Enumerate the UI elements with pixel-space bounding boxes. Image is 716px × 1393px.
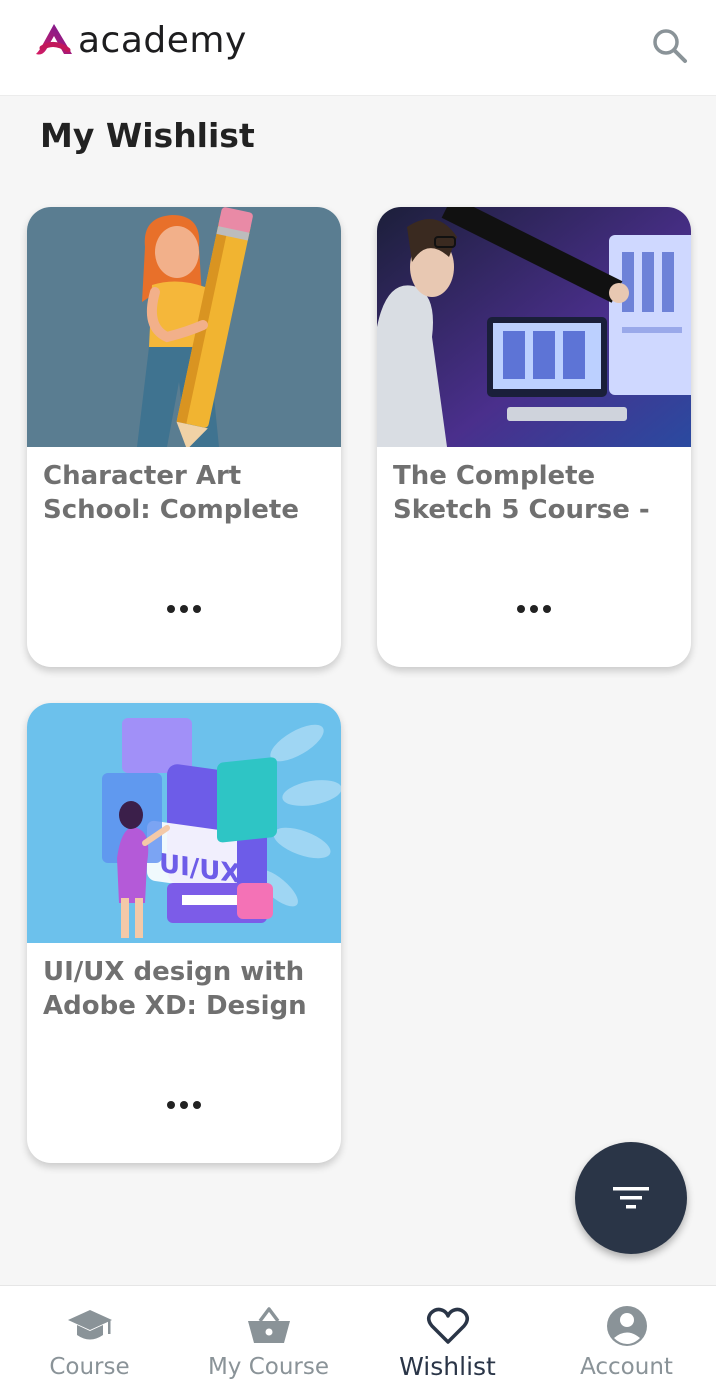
nav-item-account[interactable]: Account	[537, 1286, 716, 1393]
filter-icon	[613, 1187, 649, 1209]
nav-item-wishlist[interactable]: Wishlist	[358, 1286, 537, 1393]
nav-label: Wishlist	[399, 1352, 496, 1381]
course-title[interactable]: Character Art School: Complete Charac	[43, 459, 333, 527]
more-options-button[interactable]	[164, 1091, 204, 1119]
search-icon	[653, 29, 687, 63]
course-thumbnail	[27, 207, 341, 447]
graduation-cap-icon	[67, 1310, 112, 1340]
heart-icon	[426, 1307, 469, 1344]
app-header: academy	[0, 0, 716, 96]
more-options-button[interactable]	[164, 595, 204, 623]
wishlist-course-card[interactable]: UI/UX UI/UX design with Adobe XD: Design…	[27, 703, 341, 1163]
more-horizontal-icon	[167, 1101, 201, 1109]
bottom-navigation: Course My Course Wishlist Account	[0, 1285, 716, 1393]
course-thumbnail: UI/UX	[27, 703, 341, 943]
nav-label: Account	[580, 1354, 673, 1380]
page-title: My Wishlist	[40, 116, 255, 155]
nav-item-my-course[interactable]: My Course	[179, 1286, 358, 1393]
course-title[interactable]: The Complete Sketch 5 Course - Design	[393, 459, 683, 527]
search-button[interactable]	[648, 24, 692, 68]
academy-logo-icon	[36, 24, 72, 55]
wishlist-course-card[interactable]: Character Art School: Complete Charac	[27, 207, 341, 667]
more-horizontal-icon	[517, 605, 551, 613]
more-horizontal-icon	[167, 605, 201, 613]
nav-label: My Course	[207, 1354, 330, 1380]
filter-button[interactable]	[575, 1142, 687, 1254]
nav-label: Course	[49, 1354, 130, 1380]
more-options-button[interactable]	[514, 595, 554, 623]
course-title[interactable]: UI/UX design with Adobe XD: Design &	[43, 955, 333, 1023]
basket-icon	[247, 1307, 290, 1343]
course-thumbnail	[377, 207, 691, 447]
account-icon	[606, 1306, 647, 1346]
wishlist-course-card[interactable]: The Complete Sketch 5 Course - Design	[377, 207, 691, 667]
app-logo[interactable]: academy	[34, 19, 247, 61]
brand-name: academy	[78, 19, 247, 61]
nav-item-course[interactable]: Course	[0, 1286, 179, 1393]
